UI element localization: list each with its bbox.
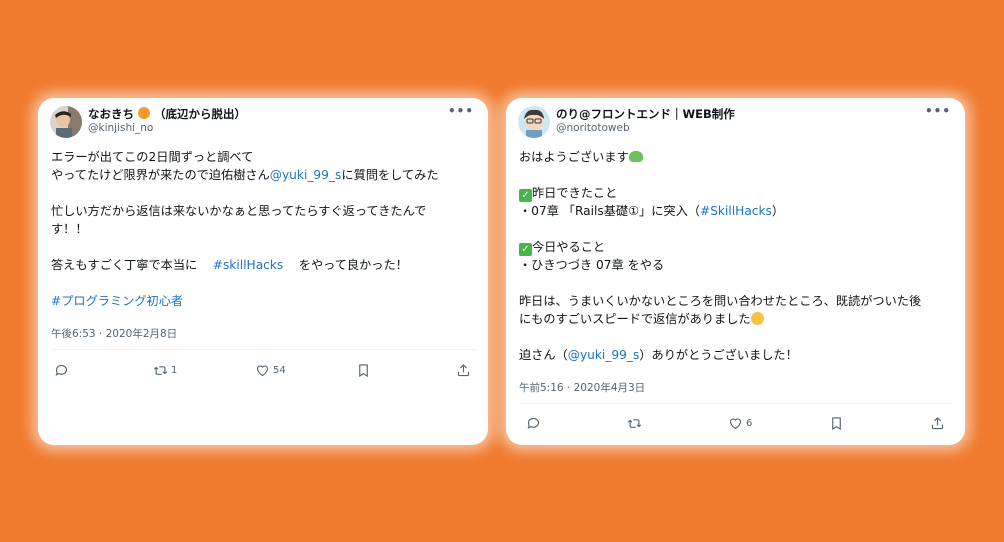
tweet-line: 昨日は、うまいくいかないところを問い合わせたところ、既読がついた後 xyxy=(519,294,922,308)
divider xyxy=(51,349,476,350)
tweet-timestamp[interactable]: 午後6:53 · 2020年2月8日 xyxy=(51,326,177,341)
tweet-card-2: のり@フロントエンド｜WEB制作 @noritotoweb ••• おはようござ… xyxy=(506,98,965,445)
check-emoji-icon: ✓ xyxy=(519,189,532,202)
display-name[interactable]: のり@フロントエンド｜WEB制作 xyxy=(556,106,735,122)
hashtag-link[interactable]: #skillHacks xyxy=(213,258,284,272)
divider xyxy=(519,403,953,404)
tweet-line: ✓ 昨日できたこと xyxy=(519,184,953,202)
display-name[interactable]: なおきち （底辺から脱出） xyxy=(88,106,246,122)
share-icon xyxy=(931,417,944,430)
heart-icon xyxy=(256,365,269,377)
bookmark-icon xyxy=(359,364,368,378)
user-handle[interactable]: @kinjishi_no xyxy=(88,122,153,134)
tweet-text: おはようございます ✓ 昨日できたこと ・07章 「Rails基礎①」に突入（#S… xyxy=(519,148,953,364)
avatar[interactable] xyxy=(518,106,550,138)
reply-icon xyxy=(527,417,540,429)
like-button[interactable]: 6 xyxy=(728,416,752,431)
bookmark-button[interactable] xyxy=(356,363,371,378)
bookmark-icon xyxy=(832,417,841,431)
share-icon xyxy=(457,364,470,377)
like-button[interactable]: 54 xyxy=(255,363,286,378)
tweet-actions: 1 54 xyxy=(38,363,488,387)
hashtag-link[interactable]: #プログラミング初心者 xyxy=(51,294,183,308)
hashtag-link[interactable]: #SkillHacks xyxy=(700,204,772,218)
tweet-line: ・07章 「Rails基礎①」に突入（#SkillHacks） xyxy=(519,204,785,218)
tweet-text: エラーが出てこの2日間ずっと調べて やってたけど限界が来たので迫佑樹さん@yuk… xyxy=(51,148,476,310)
tweet-timestamp[interactable]: 午前5:16 · 2020年4月3日 xyxy=(519,380,645,395)
bookmark-button[interactable] xyxy=(829,416,844,431)
reply-button[interactable] xyxy=(54,363,69,378)
tweet-line: やってたけど限界が来たので迫佑樹さん@yuki_99_sに質問をしてみた xyxy=(51,168,439,182)
tweet-line: す！！ xyxy=(51,222,88,236)
share-button[interactable] xyxy=(930,416,945,431)
tweet-actions: 6 xyxy=(506,416,965,440)
display-name-suffix: （底辺から脱出） xyxy=(154,107,247,121)
tweet-line: にものすごいスピードで返信がありました xyxy=(519,310,953,328)
mention-link[interactable]: @yuki_99_s xyxy=(568,348,640,362)
mention-link[interactable]: @yuki_99_s xyxy=(270,168,342,182)
tweet-line: 答えもすごく丁寧で本当に #skillHacks をやって良かった！ xyxy=(51,258,408,272)
tweet-line: ・ひきつづき 07章 をやる xyxy=(519,258,665,272)
more-horizontal-icon[interactable]: ••• xyxy=(448,104,474,118)
avatar[interactable] xyxy=(50,106,82,138)
orange-emoji-icon xyxy=(138,107,151,119)
avatar-illustration xyxy=(518,106,550,138)
reply-button[interactable] xyxy=(526,416,541,431)
retweet-button[interactable]: 1 xyxy=(153,363,177,378)
tweet-line: 迫さん（@yuki_99_s）ありがとうございました！ xyxy=(519,348,798,362)
reply-icon xyxy=(55,364,68,376)
tweet-card-1: なおきち （底辺から脱出） @kinjishi_no ••• エラーが出てこの2… xyxy=(38,98,488,445)
retweet-count: 1 xyxy=(171,365,178,376)
share-button[interactable] xyxy=(456,363,471,378)
display-name-text: なおきち xyxy=(88,107,134,121)
like-count: 6 xyxy=(746,418,753,429)
heart-icon xyxy=(729,418,742,430)
avatar-photo xyxy=(50,106,82,138)
tweet-line: ✓ 今日やること xyxy=(519,238,953,256)
frog-emoji-icon xyxy=(628,151,643,162)
tweet-line: #プログラミング初心者 xyxy=(51,292,476,310)
like-count: 54 xyxy=(273,365,286,376)
check-emoji-icon: ✓ xyxy=(519,243,532,256)
tweet-line: エラーが出てこの2日間ずっと調べて xyxy=(51,150,254,164)
retweet-icon xyxy=(153,366,168,375)
tweet-line: 忙しい方だから返信は来ないかなぁと思ってたらすぐ返ってきたんで xyxy=(51,204,427,218)
retweet-icon xyxy=(627,419,642,428)
retweet-button[interactable] xyxy=(627,416,642,431)
tweet-line: おはようございます xyxy=(519,148,953,166)
laughing-emoji-icon xyxy=(750,312,764,325)
user-handle[interactable]: @noritotoweb xyxy=(556,122,630,134)
more-horizontal-icon[interactable]: ••• xyxy=(925,104,951,118)
